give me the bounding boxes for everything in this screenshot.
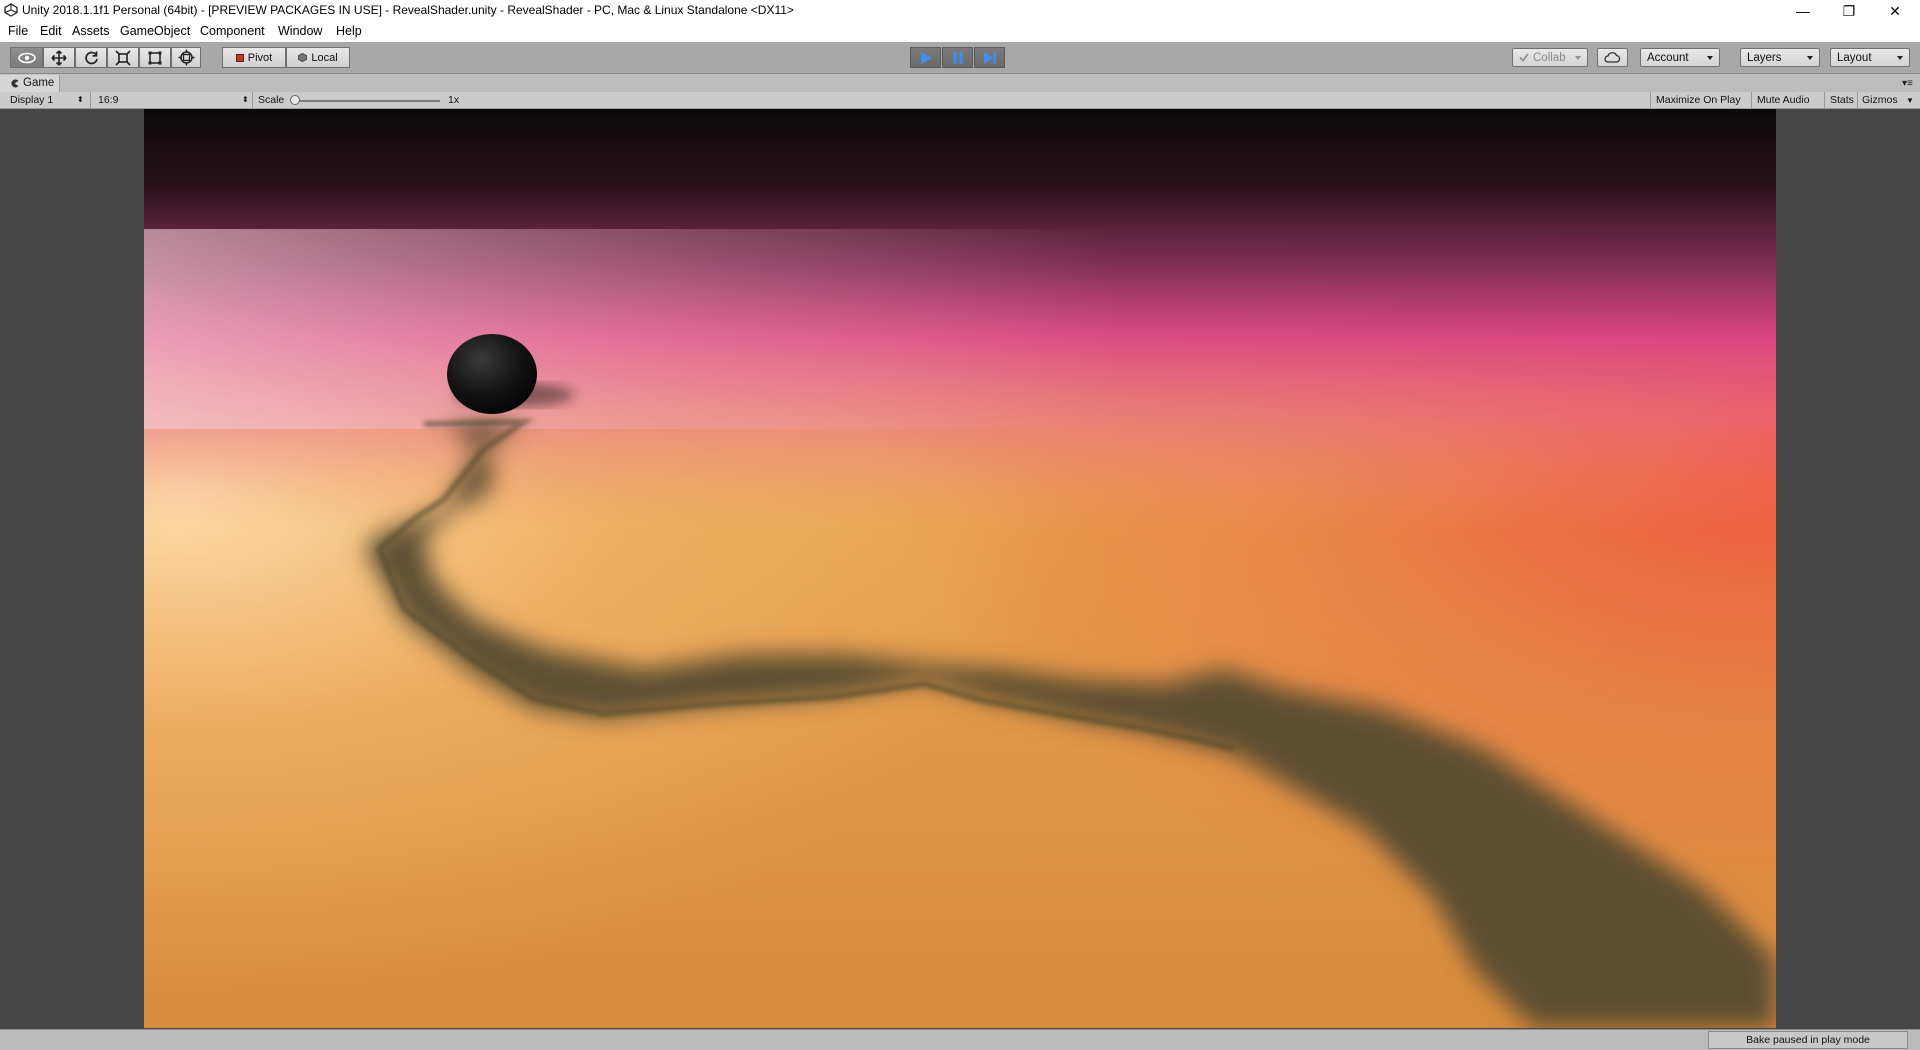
game-pacman-icon <box>11 79 19 88</box>
menu-file[interactable]: File <box>8 24 28 38</box>
pause-icon <box>953 51 962 64</box>
game-tab-header: Game ▾≡ <box>0 75 1920 92</box>
step-icon <box>983 51 996 64</box>
restore-button[interactable]: ❐ <box>1826 0 1872 22</box>
local-cube-icon <box>298 53 308 62</box>
menu-help[interactable]: Help <box>336 24 362 38</box>
pivot-icon <box>235 53 244 62</box>
play-button[interactable] <box>910 47 941 68</box>
rect-tool-button[interactable] <box>139 47 171 68</box>
scale-value: 1x <box>448 94 460 106</box>
rotate-tool-button[interactable] <box>75 47 107 68</box>
divider <box>90 92 91 109</box>
chevron-down-icon <box>1807 56 1813 60</box>
menu-bar: File Edit Assets GameObject Component Wi… <box>0 22 1920 42</box>
menu-assets[interactable]: Assets <box>72 24 110 38</box>
cloud-icon <box>1604 52 1621 63</box>
display-select-arrows-icon: ⬍ <box>77 95 84 104</box>
local-toggle[interactable]: Local <box>286 47 350 68</box>
bake-status[interactable]: Bake paused in play mode <box>1708 1031 1908 1049</box>
minimize-button[interactable]: — <box>1780 0 1826 22</box>
panel-menu-icon[interactable]: ▾≡ <box>1902 78 1913 89</box>
scale-slider-track[interactable] <box>292 100 440 102</box>
divider <box>252 92 253 109</box>
divider <box>1650 92 1651 109</box>
layout-dropdown[interactable]: Layout <box>1830 48 1910 67</box>
game-view-controls: Display 1 ⬍ 16:9 ⬍ Scale 1x Maximize On … <box>0 92 1920 109</box>
rotate-icon <box>84 51 98 65</box>
pivot-label: Pivot <box>247 51 273 64</box>
rect-transform-icon <box>148 51 162 64</box>
sky-haze <box>144 229 1776 429</box>
transform-tool-button[interactable] <box>171 47 201 68</box>
mute-audio-toggle[interactable]: Mute Audio <box>1757 94 1810 106</box>
divider <box>1824 92 1825 109</box>
checkmark-icon <box>1519 53 1529 62</box>
play-icon <box>920 51 932 64</box>
window-title: Unity 2018.1.1f1 Personal (64bit) - [PRE… <box>22 3 794 17</box>
tab-game-label: Game <box>23 77 55 89</box>
layers-label: Layers <box>1747 51 1782 64</box>
close-button[interactable]: ✕ <box>1872 0 1918 22</box>
unity-logo-icon <box>4 3 18 17</box>
move-arrows-icon <box>51 49 67 66</box>
scale-label: Scale <box>258 94 285 106</box>
divider <box>1751 92 1752 109</box>
menu-edit[interactable]: Edit <box>40 24 62 38</box>
menu-gameobject[interactable]: GameObject <box>120 24 190 38</box>
chevron-down-icon <box>1897 56 1903 60</box>
main-toolbar: Pivot Local Collab Account Layers Layout <box>0 42 1920 74</box>
title-bar: Unity 2018.1.1f1 Personal (64bit) - [PRE… <box>0 0 1920 22</box>
collab-label: Collab <box>1533 51 1566 64</box>
step-button[interactable] <box>974 47 1005 68</box>
account-dropdown[interactable]: Account <box>1640 48 1720 67</box>
divider <box>1857 92 1858 109</box>
ball <box>447 334 537 414</box>
aspect-select-arrows-icon: ⬍ <box>242 95 249 104</box>
scale-tool-button[interactable] <box>107 47 139 68</box>
collab-dropdown[interactable]: Collab <box>1512 48 1588 67</box>
scale-slider-thumb[interactable] <box>290 95 300 105</box>
eye-icon <box>17 52 36 63</box>
layers-dropdown[interactable]: Layers <box>1740 48 1820 67</box>
menu-component[interactable]: Component <box>200 24 265 38</box>
view-tool-button[interactable] <box>10 47 43 68</box>
stats-toggle[interactable]: Stats <box>1830 94 1854 106</box>
chevron-down-icon <box>1707 56 1713 60</box>
status-bar <box>0 1029 1920 1050</box>
chevron-down-icon: ▼ <box>1906 96 1914 105</box>
game-viewport[interactable] <box>144 109 1776 1028</box>
transform-icon <box>178 49 194 66</box>
menu-window[interactable]: Window <box>278 24 322 38</box>
display-select[interactable]: Display 1 <box>10 94 53 106</box>
chevron-down-icon <box>1575 56 1581 60</box>
pause-button[interactable] <box>942 47 973 68</box>
account-label: Account <box>1647 51 1689 64</box>
move-tool-button[interactable] <box>43 47 75 68</box>
gizmos-dropdown[interactable]: Gizmos <box>1862 94 1898 106</box>
cloud-button[interactable] <box>1597 48 1628 67</box>
scale-icon <box>115 49 131 66</box>
tab-game[interactable]: Game <box>0 75 60 92</box>
maximize-on-play-toggle[interactable]: Maximize On Play <box>1656 94 1741 106</box>
aspect-select[interactable]: 16:9 <box>98 94 118 106</box>
game-scene <box>144 109 1776 1028</box>
pivot-toggle[interactable]: Pivot <box>222 47 286 68</box>
local-label: Local <box>311 51 338 64</box>
layout-label: Layout <box>1837 51 1872 64</box>
